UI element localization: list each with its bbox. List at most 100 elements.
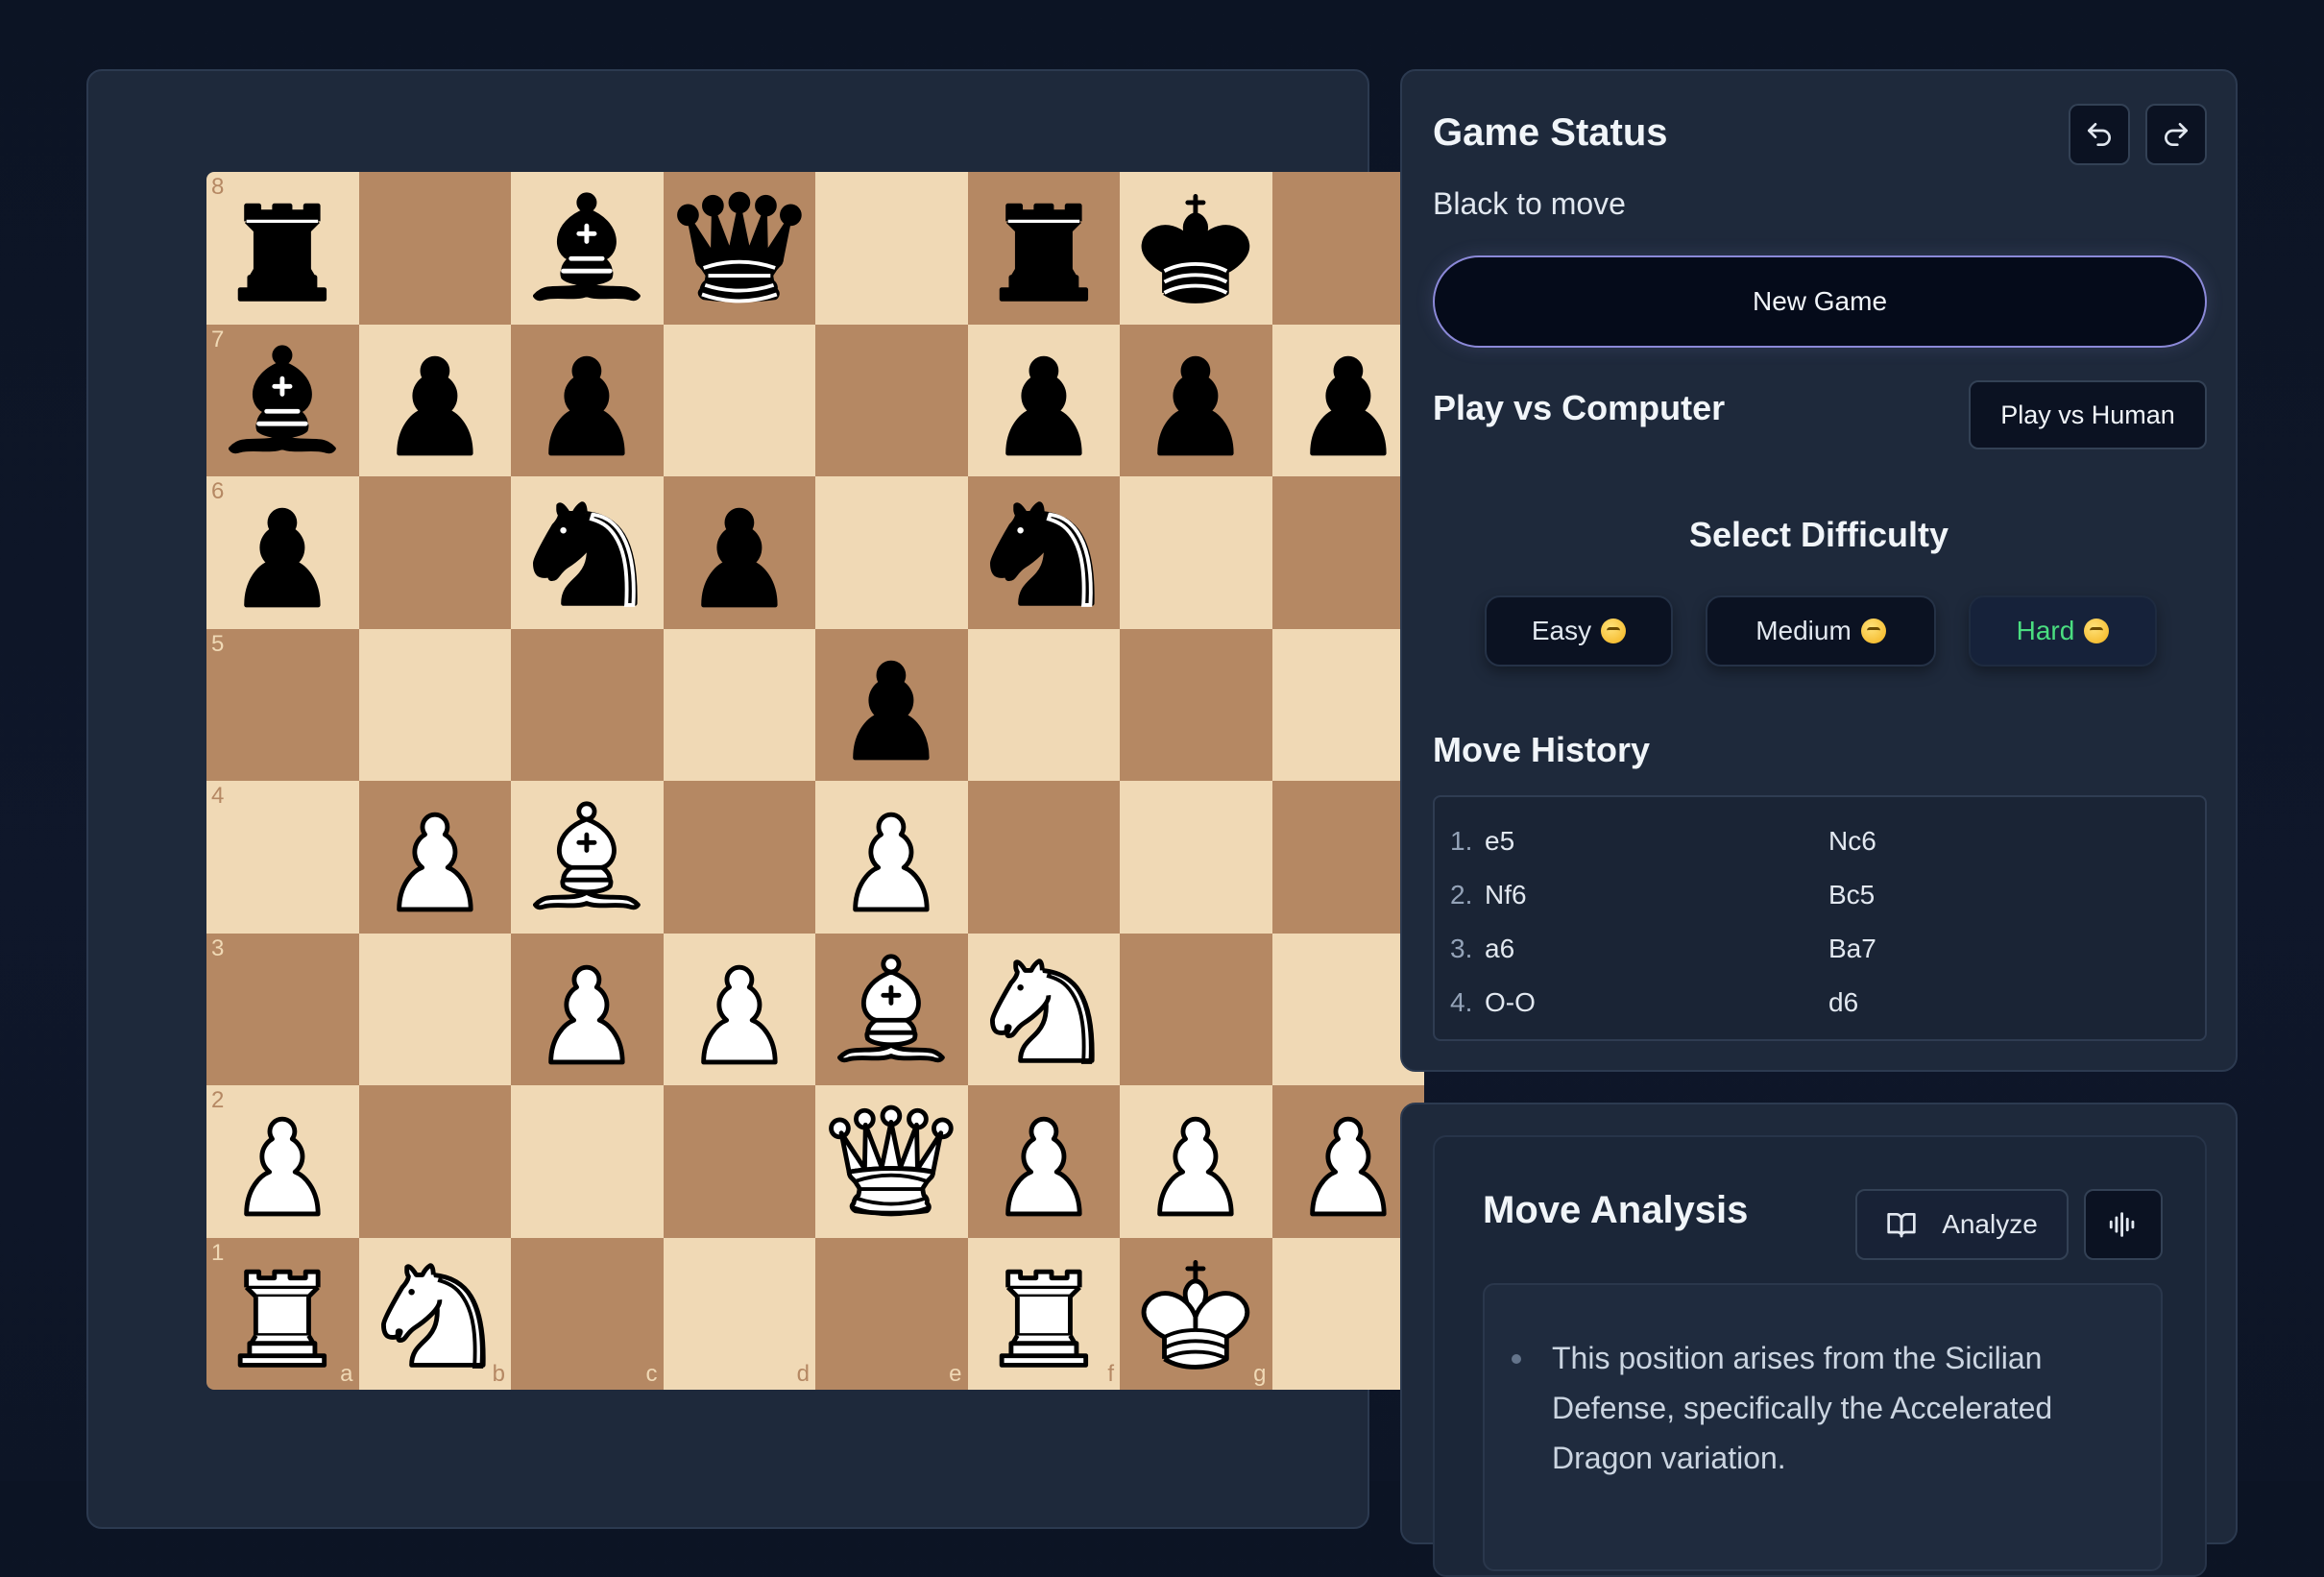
square-c2[interactable] [511,1085,664,1238]
white-knight-piece[interactable] [974,939,1114,1080]
square-a8[interactable]: 8 [206,172,359,325]
square-g1[interactable]: g [1120,1237,1272,1390]
white-pawn-piece[interactable] [517,939,657,1080]
black-pawn-piece[interactable] [1126,330,1266,471]
square-f7[interactable] [967,324,1120,476]
difficulty-easy-button[interactable]: Easy [1485,595,1673,667]
square-e6[interactable] [815,476,968,629]
square-g2[interactable] [1120,1085,1272,1238]
black-pawn-piece[interactable] [974,330,1114,471]
square-f4[interactable] [967,781,1120,934]
square-d4[interactable] [663,781,815,934]
white-pawn-piece[interactable] [1126,1091,1266,1231]
black-move[interactable]: Nc6 [1828,826,2190,857]
black-rook-piece[interactable] [974,178,1114,318]
white-pawn-piece[interactable] [821,787,961,927]
white-move[interactable]: O-O [1485,987,1828,1018]
black-pawn-piece[interactable] [669,482,810,622]
white-rook-piece[interactable] [212,1244,352,1384]
square-f8[interactable] [967,172,1120,325]
audio-button[interactable] [2084,1189,2163,1260]
square-c6[interactable] [511,476,664,629]
difficulty-hard-button[interactable]: Hard [1969,595,2157,667]
square-e3[interactable] [815,933,968,1085]
white-bishop-piece[interactable] [821,939,961,1080]
undo-button[interactable] [2069,104,2130,165]
redo-button[interactable] [2145,104,2207,165]
square-b2[interactable] [358,1085,511,1238]
square-c7[interactable] [511,324,664,476]
black-bishop-piece[interactable] [212,330,352,471]
analyze-button[interactable]: Analyze [1855,1189,2069,1260]
black-pawn-piece[interactable] [212,482,352,622]
white-move[interactable]: e5 [1485,826,1828,857]
black-king-piece[interactable] [1126,178,1266,318]
square-g8[interactable] [1120,172,1272,325]
difficulty-medium-button[interactable]: Medium [1706,595,1936,667]
new-game-button[interactable]: New Game [1433,255,2207,348]
square-e1[interactable]: e [815,1237,968,1390]
white-pawn-piece[interactable] [669,939,810,1080]
square-f6[interactable] [967,476,1120,629]
white-pawn-piece[interactable] [1278,1091,1418,1231]
square-f5[interactable] [967,628,1120,781]
square-e2[interactable] [815,1085,968,1238]
square-g5[interactable] [1120,628,1272,781]
black-bishop-piece[interactable] [517,178,657,318]
square-e7[interactable] [815,324,968,476]
white-move[interactable]: Nf6 [1485,880,1828,910]
play-vs-human-button[interactable]: Play vs Human [1969,380,2207,449]
white-pawn-piece[interactable] [974,1091,1114,1231]
black-move[interactable]: Ba7 [1828,934,2190,964]
white-pawn-piece[interactable] [212,1091,352,1231]
square-a1[interactable]: 1a [206,1237,359,1390]
square-f3[interactable] [967,933,1120,1085]
square-a7[interactable]: 7 [206,324,359,476]
square-d1[interactable]: d [663,1237,815,1390]
white-move[interactable]: a6 [1485,934,1828,964]
square-e5[interactable] [815,628,968,781]
square-g7[interactable] [1120,324,1272,476]
black-move[interactable]: Bc5 [1828,880,2190,910]
white-knight-piece[interactable] [365,1244,505,1384]
square-g4[interactable] [1120,781,1272,934]
square-d8[interactable] [663,172,815,325]
square-d7[interactable] [663,324,815,476]
square-b8[interactable] [358,172,511,325]
square-d6[interactable] [663,476,815,629]
white-pawn-piece[interactable] [365,787,505,927]
square-c4[interactable] [511,781,664,934]
square-a3[interactable]: 3 [206,933,359,1085]
square-c5[interactable] [511,628,664,781]
square-c3[interactable] [511,933,664,1085]
black-move[interactable]: d6 [1828,987,2190,1018]
square-c8[interactable] [511,172,664,325]
square-b3[interactable] [358,933,511,1085]
square-a2[interactable]: 2 [206,1085,359,1238]
square-a5[interactable]: 5 [206,628,359,781]
square-d3[interactable] [663,933,815,1085]
black-pawn-piece[interactable] [821,635,961,775]
white-king-piece[interactable] [1126,1244,1266,1384]
white-rook-piece[interactable] [974,1244,1114,1384]
square-f2[interactable] [967,1085,1120,1238]
square-a6[interactable]: 6 [206,476,359,629]
square-g3[interactable] [1120,933,1272,1085]
square-c1[interactable]: c [511,1237,664,1390]
square-g6[interactable] [1120,476,1272,629]
black-knight-piece[interactable] [517,482,657,622]
square-b4[interactable] [358,781,511,934]
square-d5[interactable] [663,628,815,781]
square-b6[interactable] [358,476,511,629]
square-a4[interactable]: 4 [206,781,359,934]
black-pawn-piece[interactable] [517,330,657,471]
white-bishop-piece[interactable] [517,787,657,927]
black-pawn-piece[interactable] [365,330,505,471]
square-b5[interactable] [358,628,511,781]
square-e4[interactable] [815,781,968,934]
black-pawn-piece[interactable] [1278,330,1418,471]
black-rook-piece[interactable] [212,178,352,318]
square-f1[interactable]: f [967,1237,1120,1390]
square-b1[interactable]: b [358,1237,511,1390]
square-b7[interactable] [358,324,511,476]
